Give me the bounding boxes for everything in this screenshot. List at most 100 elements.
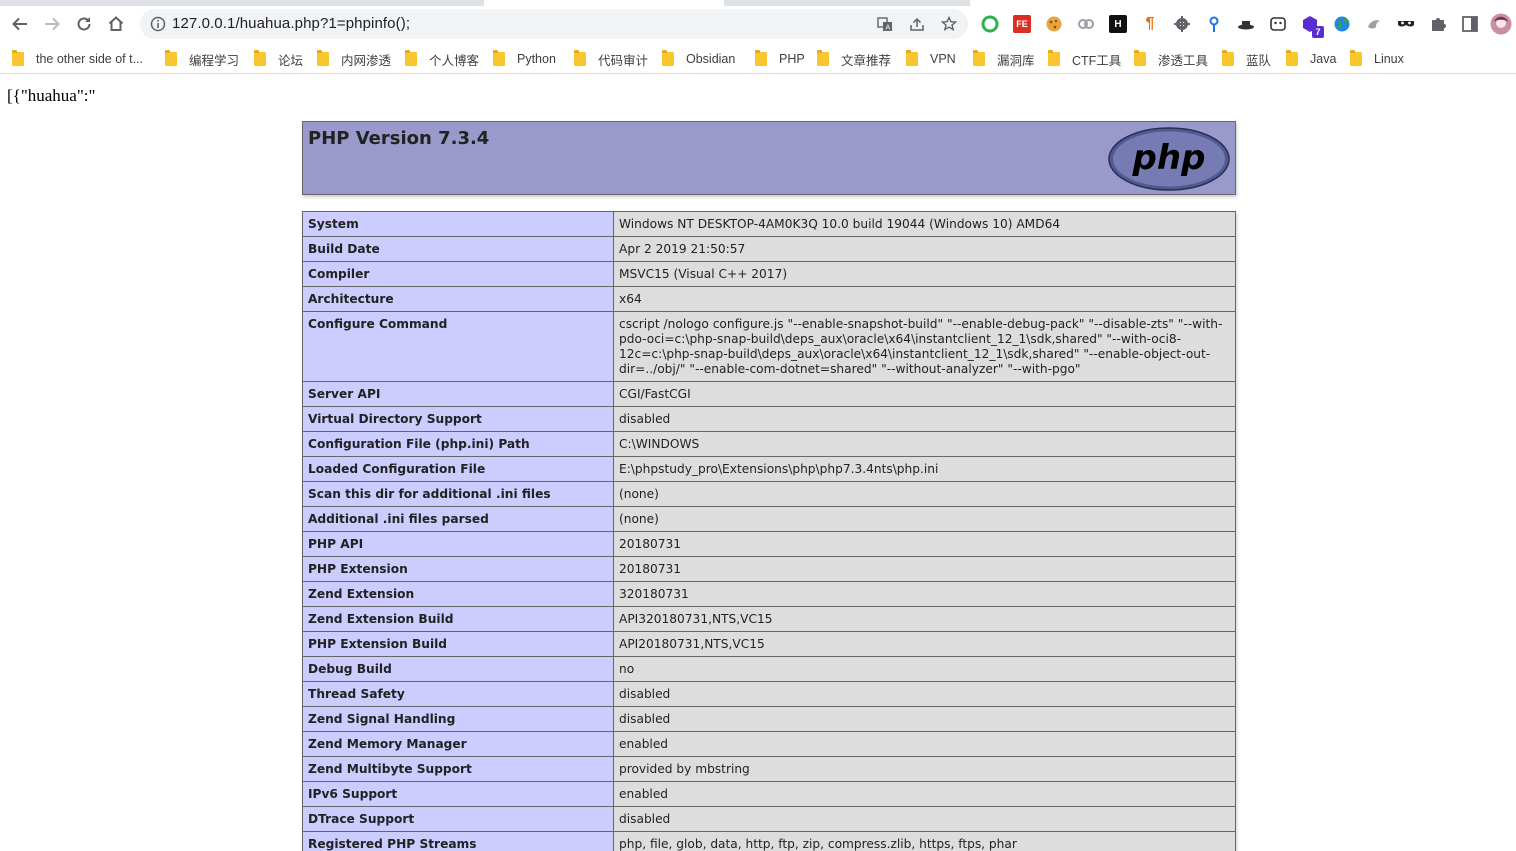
info-row: PHP Extension 20180731 xyxy=(302,556,1236,582)
extension-gear-icon[interactable] xyxy=(1173,15,1191,33)
info-label: Registered PHP Streams xyxy=(302,831,614,851)
info-value: x64 xyxy=(613,286,1236,312)
info-label: Zend Signal Handling xyxy=(302,706,614,732)
info-label: Architecture xyxy=(302,286,614,312)
bookmark-label: 漏洞库 xyxy=(997,53,1035,68)
folder-icon xyxy=(12,50,24,66)
bookmark-folder[interactable]: 漏洞库 xyxy=(973,50,1035,68)
folder-icon xyxy=(817,50,829,66)
info-row: Compiler MSVC15 (Visual C++ 2017) xyxy=(302,261,1236,287)
extension-face-icon[interactable] xyxy=(1269,15,1287,33)
info-value: no xyxy=(613,656,1236,682)
info-label: Zend Multibyte Support xyxy=(302,756,614,782)
bookmark-folder[interactable]: 论坛 xyxy=(254,50,303,68)
extension-cookie-icon[interactable] xyxy=(1045,15,1063,33)
info-row: PHP Extension Build API20180731,NTS,VC15 xyxy=(302,631,1236,657)
browser-toolbar: 127.0.0.1/huahua.php?1=phpinfo(); A FE H… xyxy=(0,0,1516,44)
folder-icon xyxy=(662,50,674,66)
tab-strip-left xyxy=(0,0,484,6)
extension-pilcrow-icon[interactable]: ¶ xyxy=(1141,15,1159,33)
extension-mask-icon[interactable] xyxy=(1397,15,1415,33)
bookmark-folder[interactable]: VPN xyxy=(906,50,956,68)
bookmark-folder[interactable]: 文章推荐 xyxy=(817,50,891,68)
side-panel-icon[interactable] xyxy=(1461,15,1479,33)
forward-button[interactable] xyxy=(38,10,66,38)
bookmark-folder[interactable]: Obsidian xyxy=(662,50,735,68)
extension-globe-icon[interactable] xyxy=(1333,15,1351,33)
bookmark-folder[interactable]: PHP xyxy=(755,50,805,68)
bookmark-label: Linux xyxy=(1374,52,1404,66)
folder-icon xyxy=(1286,50,1298,66)
reload-icon xyxy=(77,17,91,31)
info-label: Additional .ini files parsed xyxy=(302,506,614,532)
share-icon[interactable] xyxy=(909,16,925,32)
reload-button[interactable] xyxy=(70,10,98,38)
star-icon[interactable] xyxy=(941,16,957,32)
bookmark-folder[interactable]: 内网渗透 xyxy=(317,50,391,68)
info-value: disabled xyxy=(613,706,1236,732)
bookmark-label: Obsidian xyxy=(686,52,736,66)
address-bar[interactable]: 127.0.0.1/huahua.php?1=phpinfo(); A xyxy=(140,9,968,39)
info-value: enabled xyxy=(613,731,1236,757)
site-info-icon[interactable] xyxy=(150,16,166,32)
bookmark-folder[interactable]: 编程学习 xyxy=(165,50,239,68)
extension-hat-icon[interactable] xyxy=(1237,15,1255,33)
folder-icon xyxy=(755,50,767,66)
info-label: Scan this dir for additional .ini files xyxy=(302,481,614,507)
info-label: Zend Extension Build xyxy=(302,606,614,632)
info-label: Configure Command xyxy=(302,311,614,382)
info-row: Loaded Configuration File E:\phpstudy_pro… xyxy=(302,456,1236,482)
info-label: Server API xyxy=(302,381,614,407)
info-row: System Windows NT DESKTOP-4AM0K3Q 10.0 bu… xyxy=(302,211,1236,237)
bookmark-label: PHP xyxy=(779,52,805,66)
extension-link-icon[interactable] xyxy=(1077,15,1095,33)
info-label: System xyxy=(302,211,614,237)
folder-icon xyxy=(973,50,985,66)
translate-icon[interactable]: A xyxy=(877,16,893,32)
bookmark-label: 个人博客 xyxy=(429,53,480,68)
info-value: 320180731 xyxy=(613,581,1236,607)
bookmark-folder[interactable]: 渗透工具 xyxy=(1134,50,1208,68)
folder-icon xyxy=(1048,50,1060,66)
home-button[interactable] xyxy=(102,10,130,38)
bookmark-folder[interactable]: 代码审计 xyxy=(574,50,648,68)
profile-avatar[interactable] xyxy=(1490,13,1512,35)
bookmark-folder[interactable]: Python xyxy=(493,50,556,68)
info-row: Zend Extension 320180731 xyxy=(302,581,1236,607)
extension-fe-icon[interactable]: FE xyxy=(1013,15,1031,33)
bookmark-folder[interactable]: Java xyxy=(1286,50,1336,68)
echo-output: [{"huahua":" xyxy=(7,86,96,105)
info-row: Additional .ini files parsed (none) xyxy=(302,506,1236,532)
info-value: C:\WINDOWS xyxy=(613,431,1236,457)
php-version-header: PHP Version 7.3.4 php xyxy=(302,121,1236,195)
info-row: Configuration File (php.ini) Path C:\WIND… xyxy=(302,431,1236,457)
info-value: 20180731 xyxy=(613,531,1236,557)
extension-green-ring-icon[interactable] xyxy=(981,15,999,33)
info-row: Thread Safety disabled xyxy=(302,681,1236,707)
bookmark-folder[interactable]: CTF工具 xyxy=(1048,50,1121,68)
info-value: 20180731 xyxy=(613,556,1236,582)
bookmark-folder[interactable]: 蓝队 xyxy=(1222,50,1271,68)
php-logo-text: php xyxy=(1132,138,1206,178)
folder-icon xyxy=(1134,50,1146,66)
back-button[interactable] xyxy=(6,10,34,38)
info-label: Thread Safety xyxy=(302,681,614,707)
folder-icon xyxy=(906,50,918,66)
tab-strip-right xyxy=(724,0,970,6)
info-label: PHP Extension Build xyxy=(302,631,614,657)
extension-pin-icon[interactable] xyxy=(1205,15,1223,33)
extensions-puzzle-icon[interactable] xyxy=(1429,15,1447,33)
bookmark-folder[interactable]: Linux xyxy=(1350,50,1404,68)
bookmark-label: 编程学习 xyxy=(189,53,240,68)
bookmark-folder[interactable]: 个人博客 xyxy=(405,50,479,68)
extension-h-icon[interactable]: H xyxy=(1109,15,1127,33)
info-label: Build Date xyxy=(302,236,614,262)
bookmark-folder[interactable]: the other side of t... xyxy=(12,50,143,68)
url-text[interactable]: 127.0.0.1/huahua.php?1=phpinfo(); xyxy=(172,15,410,32)
folder-icon xyxy=(574,50,586,66)
php-version-title: PHP Version 7.3.4 xyxy=(308,128,490,149)
bookmarks-bar: the other side of t... 编程学习 论坛 内网渗透 个人博客… xyxy=(0,44,1516,74)
extension-bird-icon[interactable] xyxy=(1365,15,1383,33)
info-value: API20180731,NTS,VC15 xyxy=(613,631,1236,657)
bookmark-label: VPN xyxy=(930,52,956,66)
